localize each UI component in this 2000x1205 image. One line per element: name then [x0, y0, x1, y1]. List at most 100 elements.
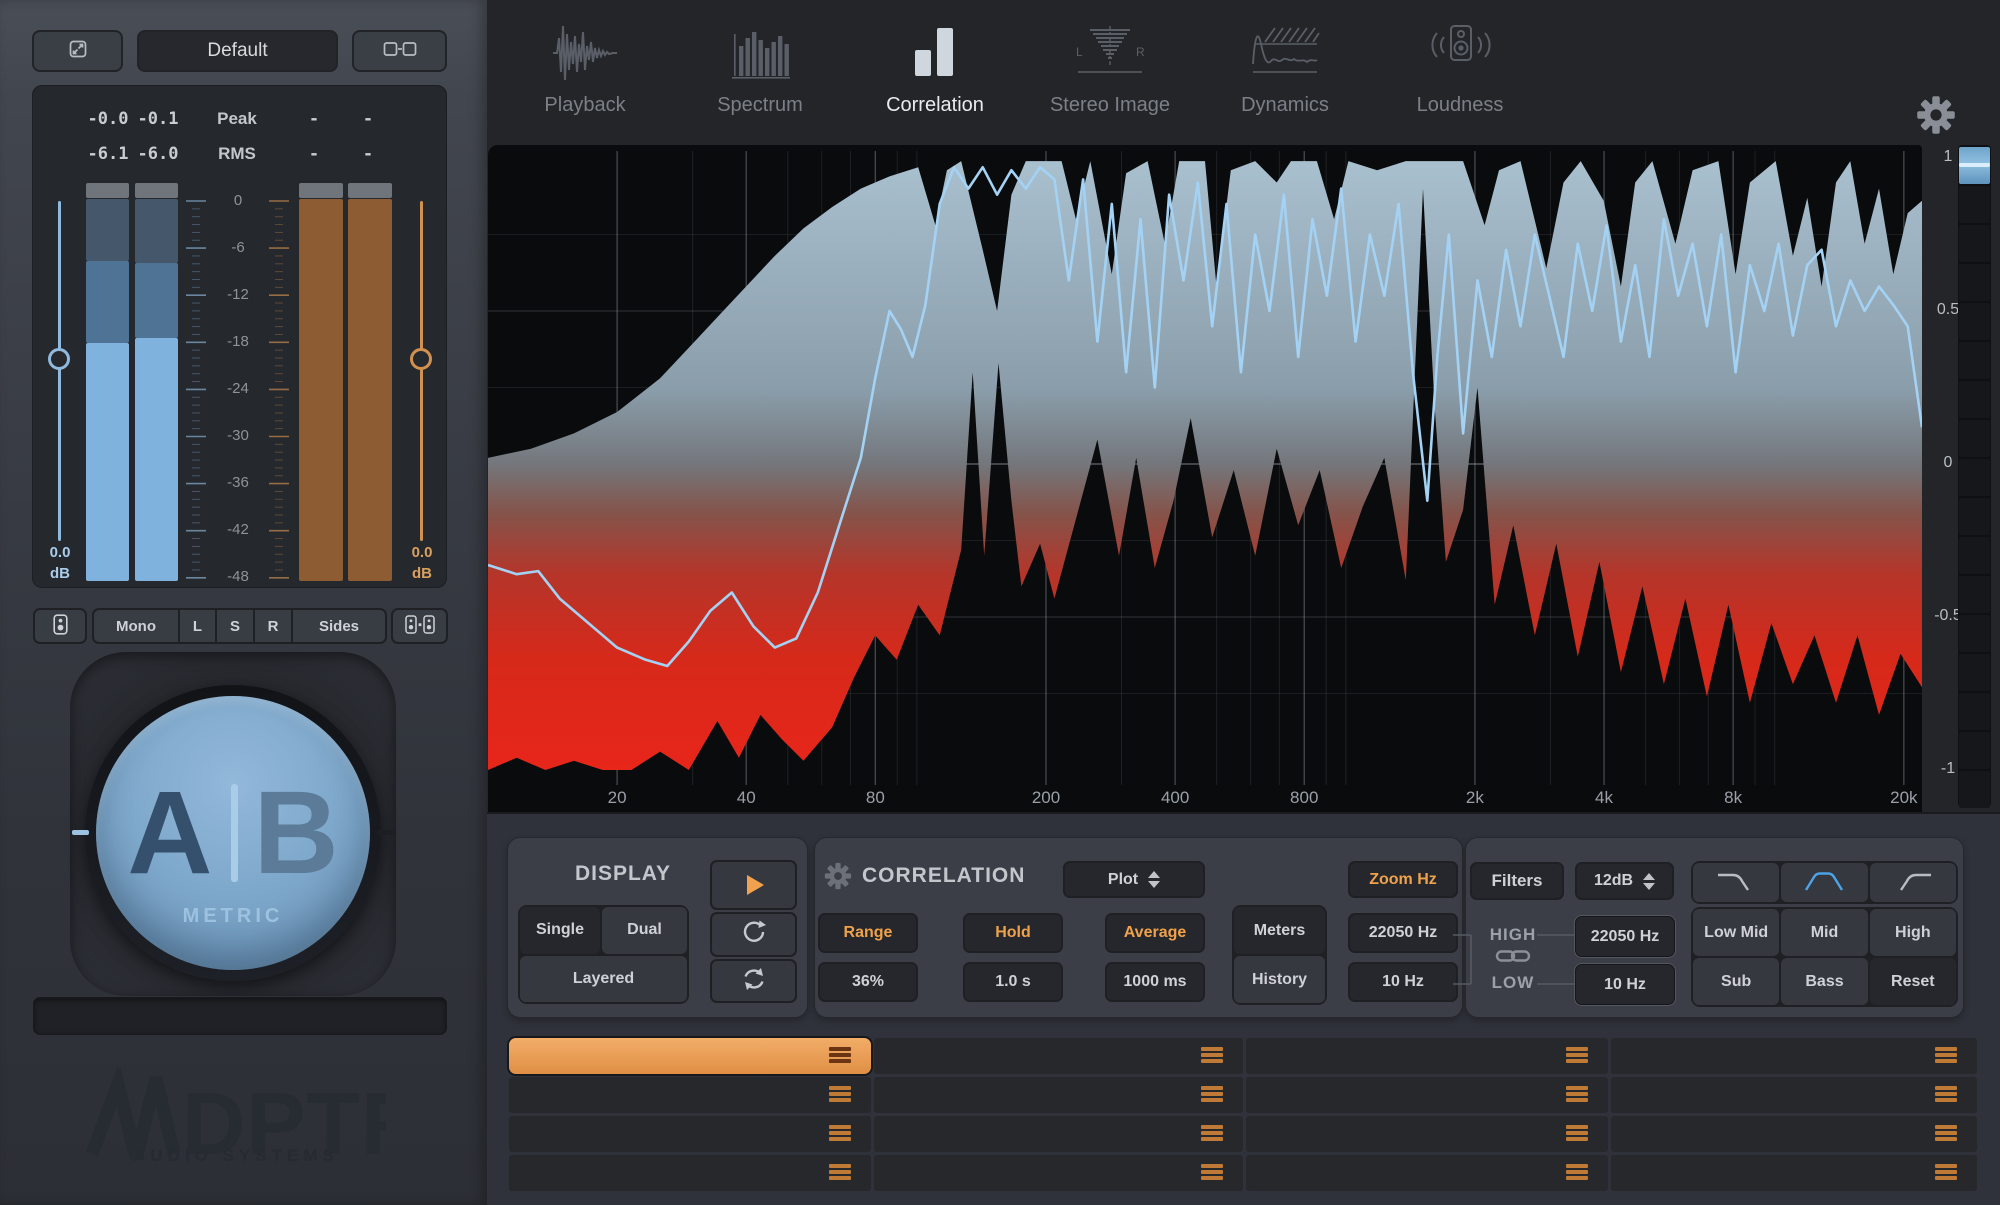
- drag-handle-icon[interactable]: [1566, 1086, 1588, 1104]
- monitor-single-button[interactable]: [33, 608, 87, 644]
- resize-button[interactable]: [32, 30, 123, 72]
- fader-b-handle[interactable]: [410, 348, 432, 370]
- range-button[interactable]: Range: [818, 913, 918, 953]
- tab-dynamics[interactable]: Dynamics: [1210, 14, 1360, 136]
- display-layered-button[interactable]: Layered: [520, 956, 687, 1003]
- snapshot-slot[interactable]: [509, 1077, 871, 1113]
- drag-handle-icon[interactable]: [1935, 1125, 1957, 1143]
- tab-stereo-image[interactable]: L R Stereo Image: [1035, 14, 1185, 136]
- zoom-high-field[interactable]: 22050 Hz: [1348, 913, 1458, 953]
- snapshot-slot[interactable]: [874, 1155, 1243, 1191]
- tab-loudness[interactable]: Loudness: [1385, 14, 1535, 136]
- band-reset-button[interactable]: Reset: [1870, 958, 1956, 1005]
- channel-left-button[interactable]: L: [180, 610, 217, 642]
- zoom-low-field[interactable]: 10 Hz: [1348, 962, 1458, 1002]
- tab-correlation[interactable]: Correlation: [860, 14, 1010, 136]
- bandpass-filter-button[interactable]: [1781, 863, 1867, 902]
- snapshot-slot[interactable]: [874, 1077, 1243, 1113]
- average-value-field[interactable]: 1000 ms: [1105, 962, 1205, 1002]
- correlation-meter-segment: [1959, 537, 1990, 574]
- play-button[interactable]: [710, 860, 797, 910]
- drag-handle-icon[interactable]: [1566, 1125, 1588, 1143]
- zoom-hz-button[interactable]: Zoom Hz: [1348, 861, 1458, 898]
- average-button[interactable]: Average: [1105, 913, 1205, 953]
- drag-handle-icon[interactable]: [829, 1047, 851, 1065]
- drag-handle-icon[interactable]: [1201, 1125, 1223, 1143]
- drag-handle-icon[interactable]: [1935, 1047, 1957, 1065]
- lowpass-filter-button[interactable]: [1693, 863, 1779, 902]
- sync-button[interactable]: [710, 959, 797, 1003]
- range-value-field[interactable]: 36%: [818, 962, 918, 1002]
- slope-select[interactable]: 12dB: [1575, 862, 1674, 900]
- display-single-button[interactable]: Single: [520, 907, 600, 954]
- channel-solo-button[interactable]: S: [217, 610, 255, 642]
- band-sub-button[interactable]: Sub: [1693, 958, 1779, 1005]
- drag-handle-icon[interactable]: [1566, 1047, 1588, 1065]
- channel-mono-button[interactable]: Mono: [94, 610, 180, 642]
- snapshot-slot[interactable]: [1246, 1077, 1608, 1113]
- filter-low-field[interactable]: 10 Hz: [1575, 964, 1675, 1005]
- filter-high-field[interactable]: 22050 Hz: [1575, 916, 1675, 957]
- drag-handle-bar: [1935, 1098, 1957, 1102]
- drag-handle-icon[interactable]: [829, 1086, 851, 1104]
- ab-knob[interactable]: A B: [96, 696, 370, 970]
- snapshot-slot[interactable]: [1611, 1038, 1977, 1074]
- channel-right-button[interactable]: R: [255, 610, 293, 642]
- window-layout-button[interactable]: [352, 30, 447, 72]
- channel-sides-button[interactable]: Sides: [293, 610, 385, 642]
- fader-b-track[interactable]: [420, 201, 423, 541]
- vectorscope-icon: L R: [1068, 14, 1152, 92]
- highpass-filter-button[interactable]: [1870, 863, 1956, 902]
- display-dual-button[interactable]: Dual: [602, 907, 687, 954]
- monitor-dual-button[interactable]: [391, 608, 448, 644]
- band-mid-button[interactable]: Mid: [1781, 909, 1867, 956]
- link-icon[interactable]: [1495, 946, 1531, 971]
- hold-button[interactable]: Hold: [963, 913, 1063, 953]
- drag-handle-icon[interactable]: [1935, 1164, 1957, 1182]
- meters-view-button[interactable]: Meters: [1234, 907, 1325, 954]
- tab-playback[interactable]: Playback: [510, 14, 660, 136]
- crossfade-strip[interactable]: [33, 997, 447, 1035]
- correlation-settings-icon-wrap[interactable]: [824, 862, 852, 895]
- correlation-meter-segment: [1959, 654, 1990, 691]
- filters-button[interactable]: Filters: [1470, 862, 1564, 900]
- preset-select[interactable]: Default: [137, 30, 338, 72]
- band-lowmid-button[interactable]: Low Mid: [1693, 909, 1779, 956]
- plot-mode-select[interactable]: Plot: [1063, 861, 1205, 898]
- drag-handle-icon[interactable]: [829, 1164, 851, 1182]
- drag-handle-icon[interactable]: [829, 1125, 851, 1143]
- tab-spectrum[interactable]: Spectrum: [685, 14, 835, 136]
- fader-a-handle[interactable]: [48, 348, 70, 370]
- drag-handle-icon[interactable]: [1201, 1086, 1223, 1104]
- band-bass-button[interactable]: Bass: [1781, 958, 1867, 1005]
- snapshot-slot[interactable]: [509, 1116, 871, 1152]
- snapshot-slot[interactable]: [1246, 1155, 1608, 1191]
- snapshot-slot[interactable]: [874, 1116, 1243, 1152]
- meter-a-right-peak: [135, 199, 178, 263]
- restart-button[interactable]: [710, 912, 797, 957]
- gear-icon: [1916, 122, 1956, 139]
- snapshot-slot[interactable]: [1246, 1116, 1608, 1152]
- correlation-meter: [1958, 145, 1991, 807]
- hold-value-field[interactable]: 1.0 s: [963, 962, 1063, 1002]
- meter-b-right-cap: [348, 183, 392, 198]
- drag-handle-bar: [1566, 1092, 1588, 1096]
- snapshot-slot[interactable]: [1611, 1116, 1977, 1152]
- band-high-button[interactable]: High: [1870, 909, 1956, 956]
- history-view-button[interactable]: History: [1234, 956, 1325, 1003]
- settings-button[interactable]: [1916, 95, 1960, 139]
- drag-handle-icon[interactable]: [1201, 1164, 1223, 1182]
- snapshot-slot[interactable]: [509, 1038, 871, 1074]
- drag-handle-icon[interactable]: [1935, 1086, 1957, 1104]
- drag-handle-icon[interactable]: [1201, 1047, 1223, 1065]
- snapshot-slot[interactable]: [874, 1038, 1243, 1074]
- drag-handle-bar: [1566, 1086, 1588, 1090]
- snapshot-slot[interactable]: [1611, 1155, 1977, 1191]
- correlation-plot[interactable]: 2040802004008002k4k8k20k: [488, 145, 1922, 812]
- snapshot-slot[interactable]: [509, 1155, 871, 1191]
- drag-handle-icon[interactable]: [1566, 1164, 1588, 1182]
- snapshot-slot[interactable]: [1246, 1038, 1608, 1074]
- fader-a-track[interactable]: [58, 201, 61, 541]
- snapshot-slot[interactable]: [1611, 1077, 1977, 1113]
- meter-panel: -0.0 -0.1 Peak - - -6.1 -6.0 RMS - -: [32, 85, 447, 588]
